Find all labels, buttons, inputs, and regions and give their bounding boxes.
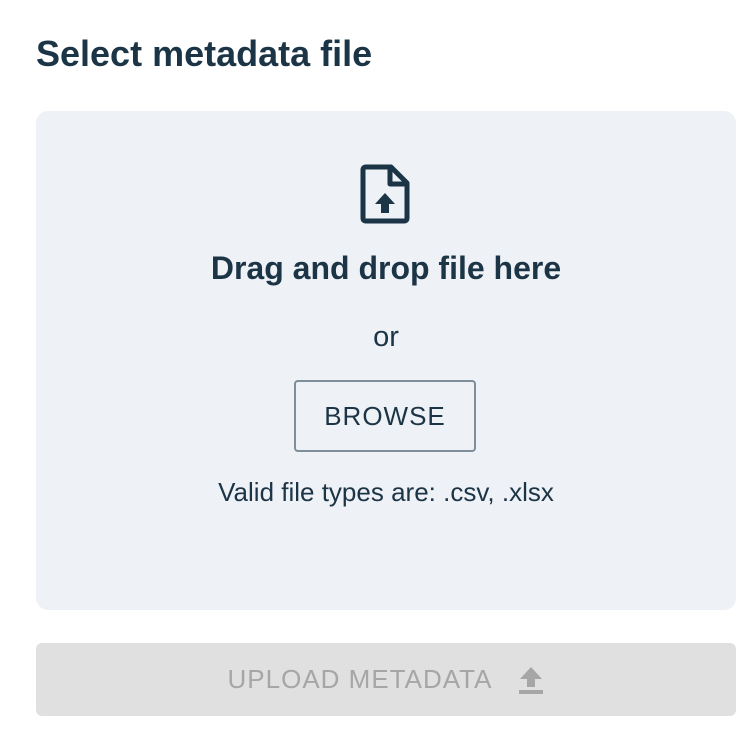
valid-file-types-text: Valid file types are: .csv, .xlsx [218,477,554,507]
upload-metadata-button[interactable]: UPLOAD METADATA [36,643,736,716]
page: Select metadata file Drag and drop file … [0,0,756,734]
upload-metadata-label: UPLOAD METADATA [227,664,493,694]
upload-icon [519,666,544,694]
file-upload-icon [360,164,410,224]
dropzone-or-text: or [373,321,399,353]
file-dropzone[interactable]: Drag and drop file here or BROWSE Valid … [36,111,736,610]
browse-button[interactable]: BROWSE [294,380,476,452]
page-title: Select metadata file [36,33,373,74]
dropzone-heading: Drag and drop file here [210,250,562,286]
